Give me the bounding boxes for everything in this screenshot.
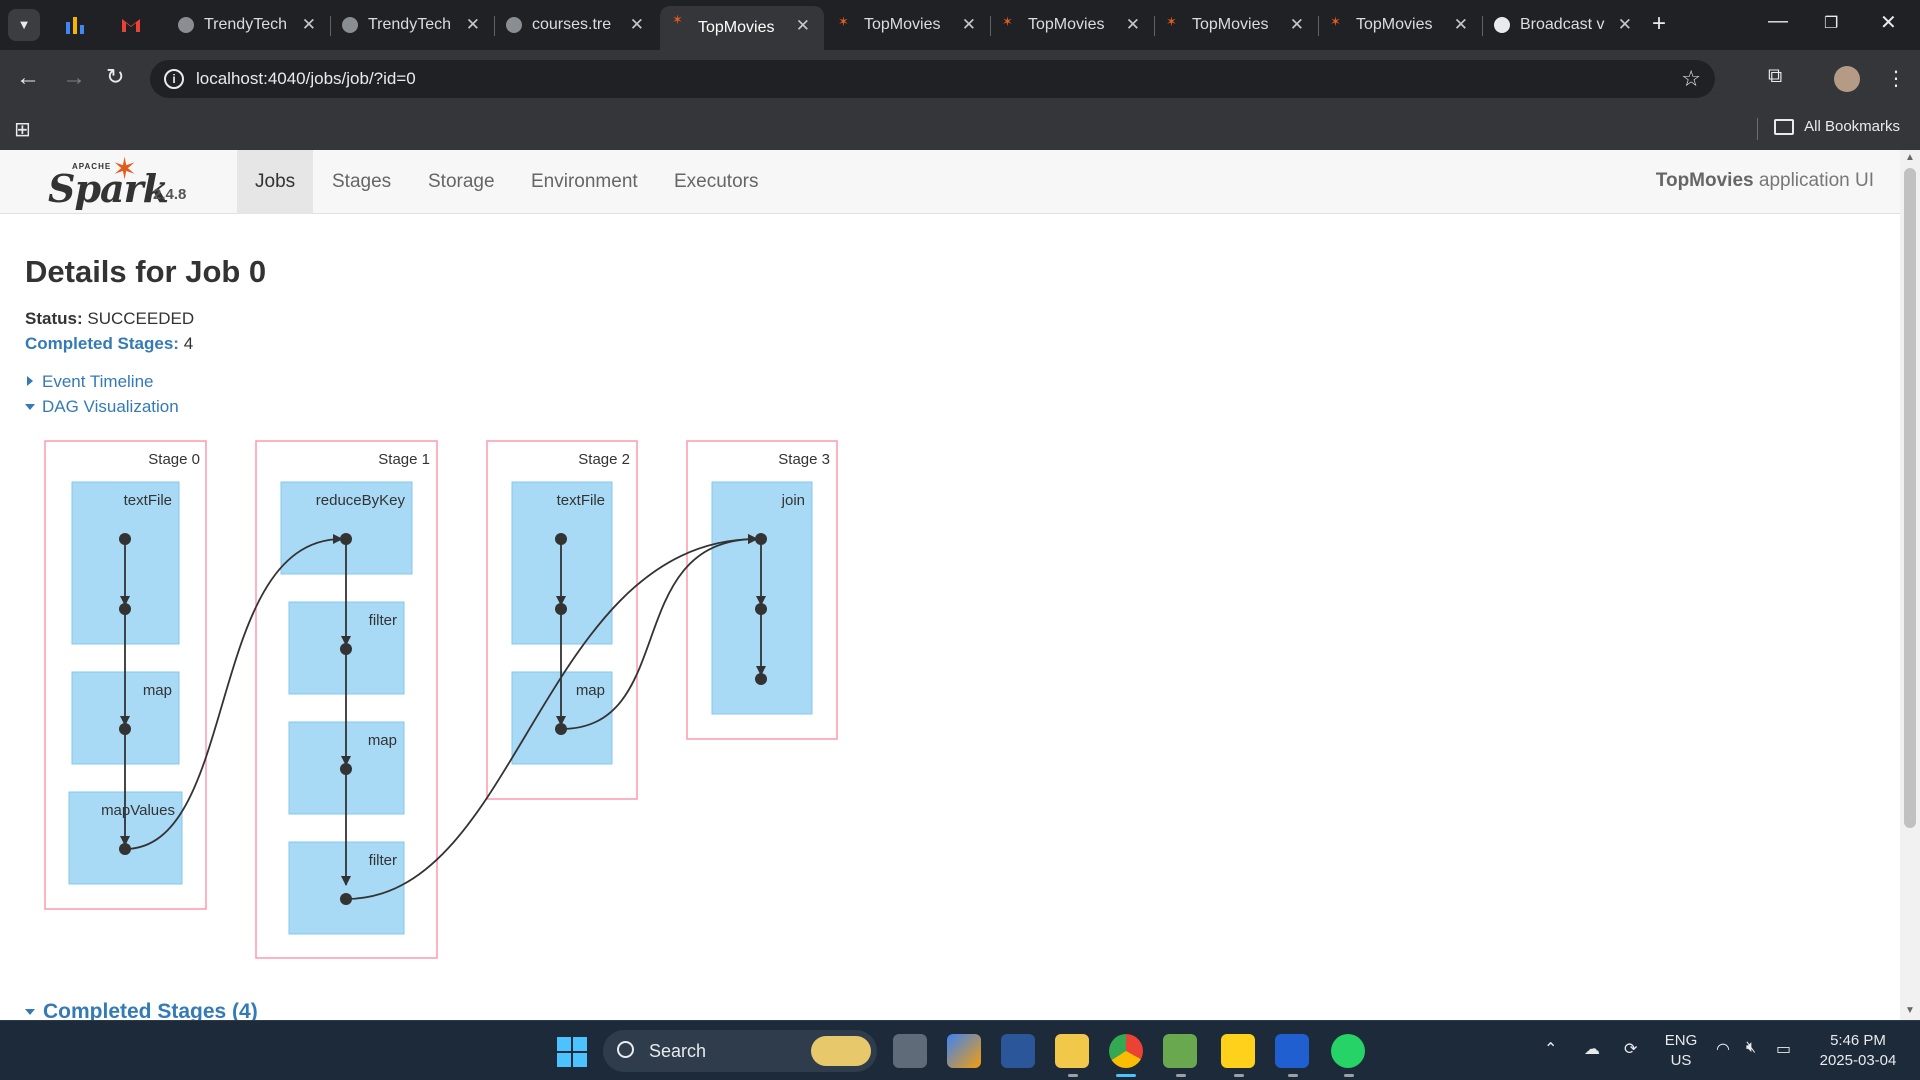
spark-favicon-icon: ✶ [672, 12, 683, 27]
svg-text:Stage 3: Stage 3 [778, 451, 830, 468]
close-tab-icon[interactable]: ✕ [302, 15, 316, 35]
page-scrollbar[interactable]: ▲ ▼ [1900, 150, 1920, 1020]
scrollbar-thumb[interactable] [1904, 168, 1916, 828]
profile-avatar[interactable] [1834, 66, 1860, 92]
svg-text:map: map [143, 682, 172, 699]
tab-broadcast[interactable]: Broadcast v ✕ [1482, 8, 1646, 42]
copilot-icon[interactable] [947, 1034, 981, 1068]
intellij-icon[interactable] [1275, 1034, 1309, 1068]
new-tab-button[interactable]: + [1652, 10, 1666, 38]
onedrive-icon[interactable]: ☁ [1584, 1039, 1600, 1059]
svg-text:reduceByKey: reduceByKey [316, 492, 406, 509]
close-tab-icon[interactable]: ✕ [796, 16, 810, 36]
gmail-icon[interactable] [120, 14, 142, 36]
collapse-arrow-icon [25, 1009, 35, 1015]
task-view-icon[interactable] [893, 1034, 927, 1068]
globe-icon [342, 17, 358, 33]
close-tab-icon[interactable]: ✕ [466, 15, 480, 35]
forward-icon[interactable]: → [62, 64, 86, 92]
scroll-down-icon[interactable]: ▼ [1905, 1005, 1915, 1016]
show-hidden-icons-icon[interactable]: ⌃ [1544, 1039, 1557, 1059]
scroll-up-icon[interactable]: ▲ [1905, 152, 1915, 163]
svg-text:join: join [781, 492, 805, 509]
search-highlight-image [811, 1036, 871, 1066]
word-icon[interactable] [1001, 1034, 1035, 1068]
dag-stage-2[interactable]: Stage 2 textFile map [486, 440, 638, 800]
svg-text:filter: filter [369, 852, 397, 869]
search-icon [617, 1041, 634, 1058]
tab-trendytech-2[interactable]: TrendyTech ✕ [330, 8, 494, 42]
tab-strip: ▼ TrendyTech ✕ TrendyTech ✕ courses.tre ✕ ✶… [0, 0, 1920, 50]
all-bookmarks-button[interactable]: All Bookmarks [1774, 118, 1900, 135]
tab-topmovies-active[interactable]: ✶ TopMovies ✕ [660, 6, 824, 50]
openai-icon [1494, 17, 1510, 33]
dag-stage-3[interactable]: Stage 3 join [686, 440, 838, 740]
window-close-icon[interactable]: ✕ [1880, 10, 1897, 35]
tab-topmovies-4[interactable]: ✶ TopMovies ✕ [1154, 8, 1318, 42]
app-icon[interactable] [1163, 1034, 1197, 1068]
windows-taskbar: Search ⌃ ☁ ⟳ ENG US ◠ 🔇︎ ▭ 5:46 PM 2025-03… [0, 1020, 1920, 1080]
folder-icon [1774, 119, 1795, 135]
close-tab-icon[interactable]: ✕ [1126, 15, 1140, 35]
completed-stages-toggle[interactable]: Completed Stages (4) [25, 1000, 258, 1020]
extensions-icon[interactable]: ⧉ [1768, 65, 1782, 88]
bookmarks-bar: ⊞ All Bookmarks [0, 108, 1920, 150]
speaker-muted-icon[interactable]: 🔇︎ [1746, 1039, 1756, 1057]
language-indicator[interactable]: ENG US [1660, 1031, 1702, 1071]
clock[interactable]: 5:46 PM 2025-03-04 [1810, 1031, 1906, 1071]
app-name: TopMovies application UI [1655, 170, 1874, 191]
tab-topmovies-2[interactable]: ✶ TopMovies ✕ [826, 8, 990, 42]
svg-text:Stage 1: Stage 1 [378, 451, 430, 468]
analytics-icon[interactable] [64, 14, 86, 36]
site-info-icon[interactable]: i [164, 69, 184, 89]
bookmark-star-icon[interactable]: ☆ [1681, 60, 1701, 98]
tab-search-button[interactable]: ▼ [8, 9, 40, 41]
close-tab-icon[interactable]: ✕ [1290, 15, 1304, 35]
dag-nodes [119, 533, 767, 905]
tab-topmovies-5[interactable]: ✶ TopMovies ✕ [1318, 8, 1482, 42]
sticky-notes-icon[interactable] [1221, 1034, 1255, 1068]
browser-toolbar: ← → ↻ i localhost:4040/jobs/job/?id=0 ☆ … [0, 50, 1920, 108]
svg-text:Stage 0: Stage 0 [148, 451, 200, 468]
battery-icon[interactable]: ▭ [1776, 1039, 1791, 1059]
file-explorer-icon[interactable] [1055, 1034, 1089, 1068]
svg-text:mapValues: mapValues [101, 802, 175, 819]
dag-edges [120, 534, 766, 900]
spark-favicon-icon: ✶ [1166, 14, 1177, 29]
close-tab-icon[interactable]: ✕ [962, 15, 976, 35]
restore-icon[interactable]: ❐ [1824, 13, 1838, 33]
chrome-icon[interactable] [1109, 1034, 1143, 1068]
spark-page: APACHE Spark ✶ 2.4.8 Jobs Stages Storage… [0, 150, 1900, 1020]
windows-start-icon[interactable] [557, 1037, 587, 1067]
address-bar[interactable]: i localhost:4040/jobs/job/?id=0 ☆ [150, 60, 1715, 98]
dag-visualization: Stage 0 textFile map mapValues Stage 1 r… [44, 440, 838, 959]
whatsapp-icon[interactable] [1331, 1034, 1365, 1068]
menu-kebab-icon[interactable]: ⋮ [1886, 66, 1906, 91]
taskbar-search[interactable]: Search [603, 1030, 877, 1072]
back-icon[interactable]: ← [16, 64, 40, 92]
globe-icon [178, 17, 194, 33]
wifi-icon[interactable]: ◠ [1716, 1039, 1730, 1059]
close-tab-icon[interactable]: ✕ [630, 15, 644, 35]
tab-courses[interactable]: courses.tre ✕ [494, 8, 658, 42]
apps-grid-icon[interactable]: ⊞ [14, 117, 31, 142]
svg-text:map: map [368, 732, 397, 749]
sync-icon[interactable]: ⟳ [1624, 1039, 1637, 1059]
tab-trendytech-1[interactable]: TrendyTech ✕ [166, 8, 330, 42]
close-tab-icon[interactable]: ✕ [1454, 15, 1468, 35]
spark-favicon-icon: ✶ [1002, 14, 1013, 29]
spark-favicon-icon: ✶ [1330, 14, 1341, 29]
svg-text:filter: filter [369, 612, 397, 629]
globe-icon [506, 17, 522, 33]
close-tab-icon[interactable]: ✕ [1618, 15, 1632, 35]
svg-text:Stage 2: Stage 2 [578, 451, 630, 468]
svg-text:textFile: textFile [124, 492, 172, 509]
spark-favicon-icon: ✶ [838, 14, 849, 29]
svg-text:textFile: textFile [557, 492, 605, 509]
reload-icon[interactable]: ↻ [106, 64, 124, 90]
tab-topmovies-3[interactable]: ✶ TopMovies ✕ [990, 8, 1154, 42]
minimize-icon[interactable]: — [1768, 10, 1788, 33]
svg-text:map: map [576, 682, 605, 699]
